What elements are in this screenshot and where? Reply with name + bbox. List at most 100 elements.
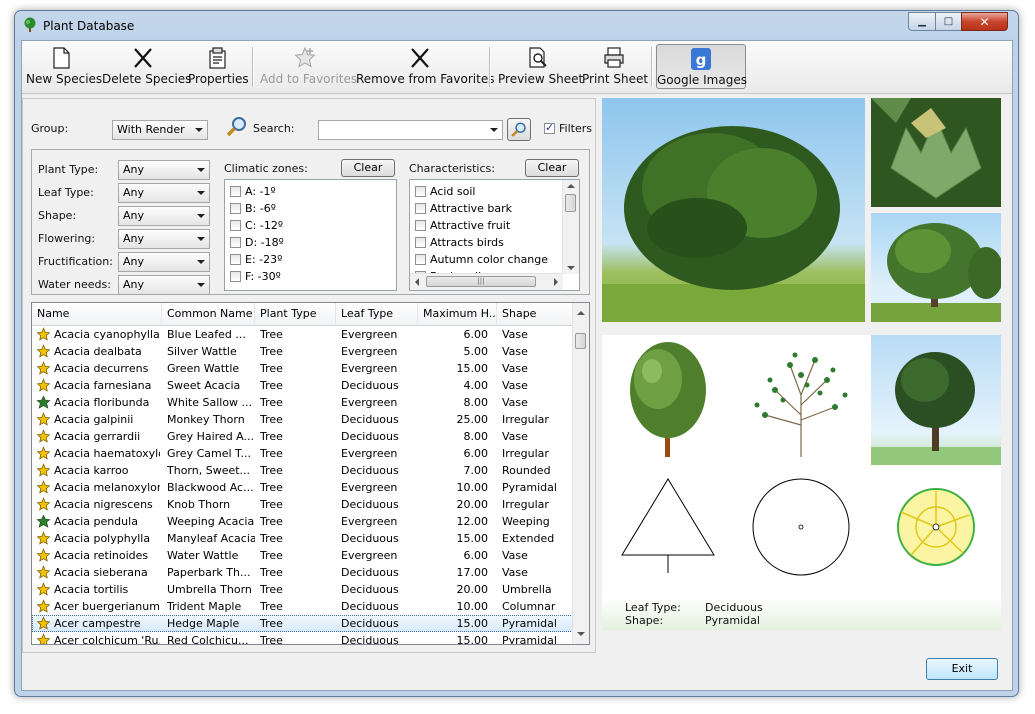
delete-species-button[interactable]: Delete Species xyxy=(102,44,191,89)
title-bar[interactable]: Plant Database ▁ □ ✕ xyxy=(15,11,1018,39)
scroll-thumb[interactable] xyxy=(575,333,586,349)
table-row[interactable]: Acacia nigrescens Knob Thorn Tree Deciduous… xyxy=(32,496,573,513)
add-to-favorites-button[interactable]: Add to Favorites xyxy=(260,44,357,89)
characteristics-vscrollbar[interactable] xyxy=(562,180,579,274)
minimize-button[interactable]: ▁ xyxy=(908,12,936,31)
column-header-plant-type[interactable]: Plant Type xyxy=(255,303,336,325)
checkbox[interactable] xyxy=(415,203,426,214)
table-row[interactable]: Acacia karroo Thorn, Sweet... Tree Deciduou… xyxy=(32,462,573,479)
table-row[interactable]: Acer buergerianum Trident Maple Tree Decidu… xyxy=(32,598,573,615)
filters-check[interactable] xyxy=(544,121,555,134)
search-button[interactable] xyxy=(507,118,531,141)
scroll-thumb[interactable] xyxy=(565,194,576,212)
properties-button[interactable]: Properties xyxy=(188,44,249,89)
table-row[interactable]: Acacia galpinii Monkey Thorn Tree Deciduous… xyxy=(32,411,573,428)
table-row[interactable]: Acacia haematoxylon Grey Camel T... Tree Ev… xyxy=(32,445,573,462)
characteristic-item[interactable]: Attractive bark xyxy=(410,200,579,217)
render-3d-tree-scene[interactable] xyxy=(871,335,1001,465)
chevron-down-icon xyxy=(197,283,205,287)
main-tree-photo[interactable] xyxy=(602,98,865,322)
filters-checkbox[interactable]: Filters xyxy=(544,121,592,135)
table-row[interactable]: Acacia tortilis Umbrella Thorn Tree Deciduo… xyxy=(32,581,573,598)
table-row[interactable]: Acacia gerrardii Grey Haired A... Tree Deci… xyxy=(32,428,573,445)
checkbox[interactable] xyxy=(230,237,241,248)
print-sheet-button[interactable]: Print Sheet xyxy=(582,44,648,89)
filter-select[interactable]: Any xyxy=(118,160,210,180)
table-row[interactable]: Acacia pendula Weeping Acacia Tree Evergree… xyxy=(32,513,573,530)
table-row-selected[interactable]: Acer campestre Hedge Maple Tree Deciduous 15… xyxy=(32,615,573,632)
table-row[interactable]: Acacia melanoxylon Blackwood Ac... Tree Eve… xyxy=(32,479,573,496)
checkbox[interactable] xyxy=(415,220,426,231)
column-header-maximum-height[interactable]: Maximum H... xyxy=(418,303,497,325)
exit-button[interactable]: Exit xyxy=(926,658,998,680)
climatic-zone-item[interactable]: D: -18º xyxy=(225,234,396,251)
column-header-leaf-type[interactable]: Leaf Type xyxy=(336,303,418,325)
render-color-plan-symbol[interactable] xyxy=(871,467,1001,597)
table-row[interactable]: Acacia sieberana Paperbark Th... Tree Decid… xyxy=(32,564,573,581)
scroll-down-icon[interactable] xyxy=(577,632,585,636)
filter-select[interactable]: Any xyxy=(118,206,210,226)
scroll-up-icon[interactable] xyxy=(567,184,575,188)
hscroll-thumb[interactable]: ||| xyxy=(426,276,536,287)
google-images-button[interactable]: g Google Images xyxy=(656,44,747,89)
search-input[interactable] xyxy=(318,120,503,140)
checkbox[interactable] xyxy=(230,203,241,214)
table-vscrollbar[interactable] xyxy=(572,303,589,644)
checkbox[interactable] xyxy=(230,220,241,231)
render-plan-symbol[interactable] xyxy=(735,467,867,597)
column-header-shape[interactable]: Shape xyxy=(497,303,573,325)
table-row[interactable]: Acacia retinoides Water Wattle Tree Evergre… xyxy=(32,547,573,564)
climatic-clear-button[interactable]: Clear xyxy=(341,159,395,177)
scroll-up-icon[interactable] xyxy=(577,311,585,315)
table-cell-leaf: Evergreen xyxy=(341,345,398,358)
column-header-name[interactable]: Name xyxy=(32,303,162,325)
characteristic-item[interactable]: Acid soil xyxy=(410,183,579,200)
scroll-right-icon[interactable] xyxy=(554,278,558,286)
scroll-left-icon[interactable] xyxy=(415,278,419,286)
climatic-zone-item[interactable]: F: -30º xyxy=(225,268,396,285)
characteristic-item[interactable]: Autumn color change xyxy=(410,251,579,268)
table-row[interactable]: Acacia polyphylla Manyleaf Acacia Tree Deci… xyxy=(32,530,573,547)
group-select[interactable]: With Render xyxy=(112,120,208,140)
characteristics-hscrollbar[interactable]: ||| xyxy=(410,273,563,290)
render-3d-crown[interactable] xyxy=(602,335,734,465)
checkbox[interactable] xyxy=(230,186,241,197)
checkbox[interactable] xyxy=(230,254,241,265)
table-cell-leaf: Evergreen xyxy=(341,481,398,494)
scroll-down-icon[interactable] xyxy=(567,266,575,270)
tree-photo-image xyxy=(602,126,865,322)
render-branch-model[interactable] xyxy=(735,335,867,465)
new-species-button[interactable]: New Species xyxy=(26,44,102,89)
table-row[interactable]: Acer colchicum 'Ru... Red Colchicu... Tree… xyxy=(32,632,573,644)
filter-select[interactable]: Any xyxy=(118,252,210,272)
render-elevation-symbol[interactable] xyxy=(602,467,734,597)
maximize-button[interactable]: □ xyxy=(935,12,962,31)
characteristics-clear-button[interactable]: Clear xyxy=(525,159,579,177)
checkbox[interactable] xyxy=(230,271,241,282)
leaf-type-detail-label: Leaf Type: xyxy=(625,601,681,614)
preview-sheet-button[interactable]: Preview Sheet xyxy=(498,44,583,89)
remove-from-favorites-button[interactable]: Remove from Favorites xyxy=(356,44,494,89)
filter-select[interactable]: Any xyxy=(118,229,210,249)
table-row[interactable]: Acacia decurrens Green Wattle Tree Evergree… xyxy=(32,360,573,377)
leaf-closeup-photo[interactable] xyxy=(871,98,1001,207)
table-cell-name: Acacia galpinii xyxy=(54,413,134,426)
characteristic-item[interactable]: Attractive fruit xyxy=(410,217,579,234)
climatic-zone-item[interactable]: A: -1º xyxy=(225,183,396,200)
climatic-zone-item[interactable]: B: -6º xyxy=(225,200,396,217)
table-row[interactable]: Acacia dealbata Silver Wattle Tree Evergree… xyxy=(32,343,573,360)
checkbox[interactable] xyxy=(415,254,426,265)
table-row[interactable]: Acacia floribunda White Sallow ... Tree Eve… xyxy=(32,394,573,411)
characteristic-item[interactable]: Attracts birds xyxy=(410,234,579,251)
close-button[interactable]: ✕ xyxy=(961,12,1008,31)
filter-select[interactable]: Any xyxy=(118,183,210,203)
column-header-common-name[interactable]: Common Name xyxy=(162,303,255,325)
checkbox[interactable] xyxy=(415,186,426,197)
climatic-zone-item[interactable]: E: -23º xyxy=(225,251,396,268)
tree-field-photo[interactable] xyxy=(871,213,1001,322)
table-row[interactable]: Acacia cyanophylla Blue Leafed ... Tree Eve… xyxy=(32,326,573,343)
climatic-zone-item[interactable]: C: -12º xyxy=(225,217,396,234)
checkbox[interactable] xyxy=(415,237,426,248)
table-row[interactable]: Acacia farnesiana Sweet Acacia Tree Deciduo… xyxy=(32,377,573,394)
filter-select[interactable]: Any xyxy=(118,275,210,295)
